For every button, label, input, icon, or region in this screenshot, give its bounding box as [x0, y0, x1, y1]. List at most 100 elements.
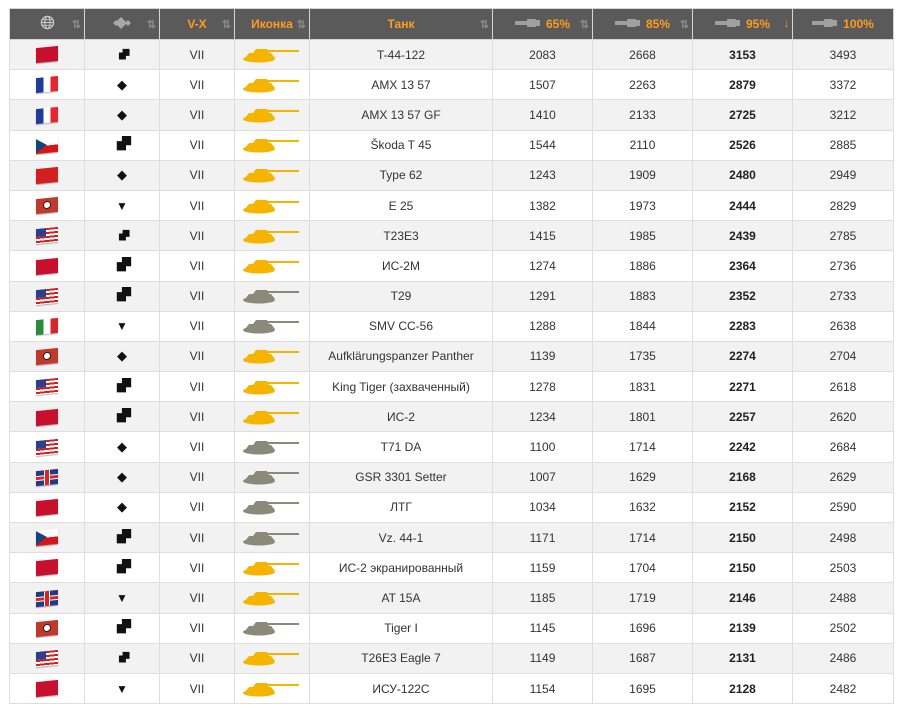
uk-flag-icon: [36, 468, 58, 487]
tank-name-cell[interactable]: AMX 13 57 GF: [309, 99, 493, 131]
nation-cell: [9, 642, 85, 674]
class-cell: ◆: [84, 461, 160, 493]
table-row[interactable]: ◆◆ VII T23E3 1415 1985 2439 2785: [9, 220, 894, 252]
tier-cell: VII: [159, 250, 235, 282]
p85-cell: 2263: [592, 69, 693, 101]
ht-class-icon: ◆◆: [110, 254, 133, 277]
nation-cell: [9, 189, 85, 222]
tank-name-cell[interactable]: T-44-122: [309, 38, 493, 71]
tank-icon: [243, 108, 299, 123]
header-p85[interactable]: 85% ⇅: [592, 8, 693, 40]
ht-class-icon: ◆◆: [110, 405, 133, 428]
p95-cell: 2364: [692, 250, 793, 282]
p65-cell: 2083: [492, 38, 593, 71]
table-row[interactable]: ◆◆ VII T26E3 Eagle 7 1149 1687 2131 2486: [9, 642, 894, 674]
header-icon-label: Иконка: [251, 17, 293, 31]
tank-icon: [243, 259, 299, 274]
td-class-icon: ▼: [116, 319, 128, 334]
tank-name-cell[interactable]: T71 DA: [309, 431, 493, 463]
p95-cell: 2444: [692, 189, 793, 222]
tank-name-cell[interactable]: ИС-2: [309, 401, 493, 433]
table-row[interactable]: ◆◆ VII ИС-2М 1274 1886 2364 2736: [9, 250, 894, 282]
p100-cell: 2949: [792, 159, 894, 191]
p100-cell: 2502: [792, 612, 894, 644]
tank-name-cell[interactable]: T29: [309, 280, 493, 312]
p95-cell: 2480: [692, 159, 793, 191]
p100-cell: 3372: [792, 69, 894, 101]
tank-name-cell[interactable]: Vz. 44-1: [309, 521, 493, 554]
table-row[interactable]: ◆◆ VII ИС-2 экранированный 1159 1704 2150 2503: [9, 552, 894, 584]
tank-name-cell[interactable]: ИС-2 экранированный: [309, 552, 493, 584]
table-row[interactable]: ◆ VII AMX 13 57 1507 2263 2879 3372: [9, 69, 894, 101]
header-p95[interactable]: 95% ↓: [692, 8, 793, 40]
table-row[interactable]: ▼ VII SMV CC-56 1288 1844 2283 2638: [9, 310, 894, 342]
tank-name-cell[interactable]: Aufklärungspanzer Panther: [309, 340, 493, 373]
table-row[interactable]: ▼ VII E 25 1382 1973 2444 2829: [9, 189, 894, 222]
lt-class-icon: ◆: [117, 106, 127, 122]
tier-cell: VII: [159, 431, 235, 463]
lt-class-icon: ◆: [117, 469, 127, 485]
ht-class-icon: ◆◆: [110, 556, 133, 579]
header-p100-label: 100%: [843, 17, 874, 31]
p95-cell: 2139: [692, 612, 793, 644]
tank-name-cell[interactable]: AT 15A: [309, 582, 493, 614]
icon-cell: [234, 159, 310, 191]
table-row[interactable]: ▼ VII ИСУ-122С 1154 1695 2128 2482: [9, 672, 894, 705]
p95-cell: 2168: [692, 461, 793, 493]
table-row[interactable]: ◆◆ VII Tiger I 1145 1696 2139 2502: [9, 612, 894, 644]
header-p65[interactable]: 65% ⇅: [492, 8, 593, 40]
p65-cell: 1154: [492, 672, 593, 705]
tier-cell: VII: [159, 401, 235, 433]
tank-name-cell[interactable]: T23E3: [309, 220, 493, 252]
tank-name-cell[interactable]: E 25: [309, 189, 493, 222]
table-row[interactable]: ◆◆ VII Škoda T 45 1544 2110 2526 2885: [9, 129, 894, 161]
table-row[interactable]: ◆◆ VII Vz. 44-1 1171 1714 2150 2498: [9, 521, 894, 554]
class-cell: ◆◆: [84, 280, 160, 312]
class-cell: ▼: [84, 672, 160, 705]
tank-name-cell[interactable]: AMX 13 57: [309, 69, 493, 101]
header-tank[interactable]: Танк ⇅: [309, 8, 493, 40]
table-row[interactable]: ◆ VII Type 62 1243 1909 2480 2949: [9, 159, 894, 191]
header-nation[interactable]: ⇅: [9, 8, 85, 40]
table-row[interactable]: ◆◆ VII ИС-2 1234 1801 2257 2620: [9, 401, 894, 433]
class-cell: ◆: [84, 491, 160, 524]
table-row[interactable]: ◆◆ VII King Tiger (захваченный) 1278 1831 227…: [9, 371, 894, 403]
tank-name-cell[interactable]: King Tiger (захваченный): [309, 371, 493, 403]
tier-cell: VII: [159, 189, 235, 222]
tank-name-cell[interactable]: SMV CC-56: [309, 310, 493, 342]
p95-cell: 2439: [692, 220, 793, 252]
header-p100[interactable]: 100%: [792, 8, 894, 40]
tank-name-cell[interactable]: Tiger I: [309, 612, 493, 644]
tank-name-cell[interactable]: ИС-2М: [309, 250, 493, 282]
table-row[interactable]: ◆ VII Aufklärungspanzer Panther 1139 1735 227…: [9, 340, 894, 373]
table-row[interactable]: ◆ VII GSR 3301 Setter 1007 1629 2168 2629: [9, 461, 894, 493]
header-tier-label: V-X: [187, 17, 207, 31]
table-row[interactable]: ◆◆ VII T-44-122 2083 2668 3153 3493: [9, 38, 894, 71]
p100-cell: 2638: [792, 310, 894, 342]
italy-flag-icon: [36, 317, 58, 336]
tier-cell: VII: [159, 99, 235, 131]
table-row[interactable]: ◆◆ VII T29 1291 1883 2352 2733: [9, 280, 894, 312]
table-row[interactable]: ◆ VII AMX 13 57 GF 1410 2133 2725 3212: [9, 99, 894, 131]
p100-cell: 2736: [792, 250, 894, 282]
p95-cell: 2352: [692, 280, 793, 312]
class-cell: ◆: [84, 69, 160, 101]
header-tier[interactable]: V-X ⇅: [159, 8, 235, 40]
table-row[interactable]: ◆ VII T71 DA 1100 1714 2242 2684: [9, 431, 894, 463]
tank-name-cell[interactable]: T26E3 Eagle 7: [309, 642, 493, 674]
ussr-flag-icon: [36, 559, 58, 577]
tank-name-cell[interactable]: ЛТГ: [309, 491, 493, 524]
p85-cell: 1973: [592, 189, 693, 222]
header-icon[interactable]: Иконка ⇅: [234, 8, 310, 40]
tier-cell: VII: [159, 491, 235, 524]
tank-name-cell[interactable]: ИСУ-122С: [309, 672, 493, 705]
tank-name-cell[interactable]: Škoda T 45: [309, 129, 493, 161]
header-class[interactable]: ⇅: [84, 8, 160, 40]
p100-cell: 2885: [792, 129, 894, 161]
tank-name-cell[interactable]: GSR 3301 Setter: [309, 461, 493, 493]
table-row[interactable]: ◆ VII ЛТГ 1034 1632 2152 2590: [9, 491, 894, 524]
table-row[interactable]: ▼ VII AT 15A 1185 1719 2146 2488: [9, 582, 894, 614]
tier-cell: VII: [159, 340, 235, 373]
tank-name-cell[interactable]: Type 62: [309, 159, 493, 191]
td-class-icon: ▼: [116, 590, 128, 605]
